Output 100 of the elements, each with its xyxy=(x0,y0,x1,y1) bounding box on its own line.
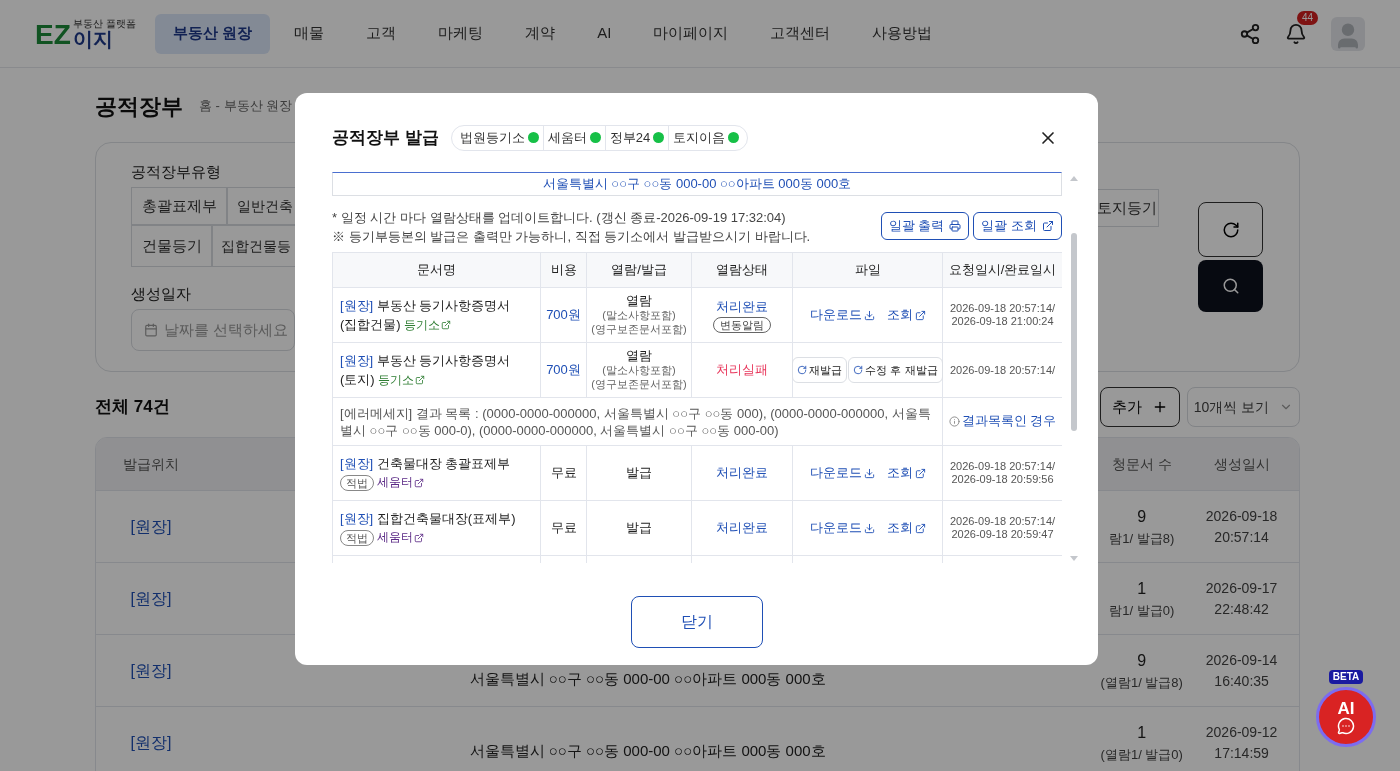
chat-icon xyxy=(1337,716,1355,735)
filter-label: 공적장부유형 xyxy=(131,162,222,182)
column-header: 열람상태 xyxy=(691,252,793,288)
service-name: 정부24 xyxy=(609,128,651,147)
breadcrumb: 홈 - 부동산 원장 xyxy=(199,97,293,116)
nav-tab[interactable]: 마이페이지 xyxy=(635,13,747,54)
add-button[interactable]: 추가 xyxy=(1100,387,1180,427)
column-header: 생성일시 xyxy=(1212,454,1271,474)
nav-tab[interactable]: 계약 xyxy=(507,13,574,54)
table-cell-text: (열람1/ 발급0) xyxy=(1100,745,1183,764)
column-header: 비용 xyxy=(540,252,587,288)
document-name: [원장] 집합건축물대장(표제부) xyxy=(340,510,517,528)
download-icon xyxy=(863,522,875,534)
timestamp: 2026-09-18 20:57:14/ xyxy=(949,515,1056,528)
table-cell-text: (열람1/ 발급8) xyxy=(1100,673,1183,692)
timestamp: 2026-09-18 20:57:14/ xyxy=(949,363,1056,377)
nav-tab[interactable]: 부동산 원장 xyxy=(155,13,271,54)
logo-name[interactable]: 이지 xyxy=(72,28,136,49)
share-icon[interactable] xyxy=(1239,22,1261,45)
download-link[interactable]: 다운로드 xyxy=(809,305,875,325)
reissue-button[interactable]: 재발급 xyxy=(792,357,848,383)
filter-label: 생성일자 xyxy=(131,284,192,304)
nav-tab[interactable]: 고객센터 xyxy=(752,13,849,54)
bulk-action-button[interactable]: 일괄 출력 xyxy=(880,212,970,240)
notice-text: * 일정 시간 마다 열람상태를 업데이트합니다. (갱신 종료-2026-09-19 17:32:04) xyxy=(332,209,787,227)
timestamp: 2026-09-18 21:00:24 xyxy=(951,315,1054,328)
nav-tab[interactable]: 매물 xyxy=(276,13,343,54)
timestamp: 2026-09-18 20:57:14/ xyxy=(949,460,1056,473)
plus-icon xyxy=(1152,399,1168,415)
page-size-select[interactable]: 10개씩 보기 xyxy=(1187,387,1300,427)
external-link-icon xyxy=(414,532,424,543)
refresh-icon xyxy=(853,365,864,375)
table-cell-text: 16:40:35 xyxy=(1214,671,1269,691)
external-link-icon xyxy=(1042,220,1054,232)
column-header: 발급위치 xyxy=(121,454,180,474)
address-box: 서울특별시 ○○구 ○○동 000-00 ○○아파트 000동 000호 xyxy=(332,172,1062,196)
location-link[interactable]: [원장] xyxy=(96,514,206,539)
source-link[interactable]: 등기소 xyxy=(404,315,452,335)
mode-text: 열람 xyxy=(626,294,652,308)
type-option[interactable]: 집합건물등 xyxy=(212,225,296,267)
location-link[interactable]: [원장] xyxy=(96,658,206,683)
status-text: 처리완료 xyxy=(716,464,768,483)
status-text: 처리실패 xyxy=(716,361,768,380)
mode-note: (영구보존문서포함) xyxy=(591,377,687,391)
nav-tab[interactable]: 사용방법 xyxy=(854,13,951,54)
table-cell-text: 2026-09-17 xyxy=(1205,578,1278,598)
external-link-icon xyxy=(415,375,426,385)
reissue-button[interactable]: 수정 후 재발급 xyxy=(848,357,943,383)
notification-icon[interactable] xyxy=(1285,22,1307,45)
download-link[interactable]: 다운로드 xyxy=(809,463,875,483)
mode-note: (영구보존문서포함) xyxy=(591,322,687,336)
nav-tab[interactable]: AI xyxy=(579,13,630,54)
nav-tab[interactable]: 고객 xyxy=(348,13,415,54)
notice-text: ※ 등기부등본의 발급은 출력만 가능하니, 직접 등기소에서 발급받으시기 바랍니다. xyxy=(332,228,811,246)
table-cell-text: 람1/ 발급8) xyxy=(1109,529,1175,548)
view-link[interactable]: 조회 xyxy=(886,305,926,325)
table-cell-text: 9 xyxy=(1137,506,1147,527)
dialog-title: 공적장부 발급 xyxy=(332,126,439,149)
type-option[interactable]: 건물등기 xyxy=(131,225,212,267)
column-header: 요청일시/완료일시 xyxy=(942,252,1062,288)
mode-note: (말소사항포함) xyxy=(602,308,676,322)
location-link[interactable]: [원장] xyxy=(96,730,206,755)
nav-tab[interactable]: 마케팅 xyxy=(420,13,502,54)
mode-text: 발급 xyxy=(626,521,652,535)
table-cell-text: 2026-09-18 xyxy=(1205,506,1278,526)
view-link[interactable]: 조회 xyxy=(886,463,926,483)
table-cell-text: 17:14:59 xyxy=(1214,743,1269,763)
download-icon xyxy=(863,309,875,321)
search-button[interactable] xyxy=(1198,260,1263,312)
table-cell-text: 람1/ 발급0) xyxy=(1109,601,1175,620)
table-cell-text: 1 xyxy=(1137,578,1147,599)
location-link[interactable]: [원장] xyxy=(96,586,206,611)
table-cell-text: 서울특별시 ○○구 ○○동 000-00 ○○아파트 000동 000호 xyxy=(469,669,826,690)
type-option[interactable]: 총괄표제부 xyxy=(131,187,227,225)
cost-text: 무료 xyxy=(550,465,577,481)
total-count: 전체 74건 xyxy=(95,396,170,419)
column-header: 청문서 수 xyxy=(1110,454,1173,474)
source-link[interactable]: 등기소 xyxy=(378,370,426,390)
ai-chat-button[interactable]: AI xyxy=(1316,687,1376,747)
cost-text: 700원 xyxy=(546,307,581,323)
mode-note: (말소사항포함) xyxy=(602,363,676,377)
page-title: 공적장부 xyxy=(95,92,183,121)
close-button[interactable]: 닫기 xyxy=(630,596,763,648)
bulk-action-button[interactable]: 일괄 조회 xyxy=(973,212,1062,240)
service-name: 토지이음 xyxy=(673,128,726,147)
source-link[interactable]: 세움터 xyxy=(377,528,424,547)
notification-count: 44 xyxy=(1297,10,1319,25)
calendar-icon xyxy=(144,323,158,337)
logo-tagline: 부동산 플랫폼 xyxy=(72,18,136,29)
reset-button[interactable] xyxy=(1198,202,1263,257)
view-link[interactable]: 조회 xyxy=(886,518,926,538)
download-icon xyxy=(863,467,875,479)
download-link[interactable]: 다운로드 xyxy=(809,518,875,538)
service-name: 법원등기소 xyxy=(459,128,525,147)
printer-icon xyxy=(949,220,962,232)
info-icon xyxy=(948,415,960,427)
document-name: [원장] 부동산 등기사항증명서(토지) 등기소 xyxy=(340,350,533,390)
logo[interactable]: EZ xyxy=(35,20,71,49)
external-link-icon xyxy=(914,467,926,479)
source-link[interactable]: 세움터 xyxy=(377,473,424,492)
